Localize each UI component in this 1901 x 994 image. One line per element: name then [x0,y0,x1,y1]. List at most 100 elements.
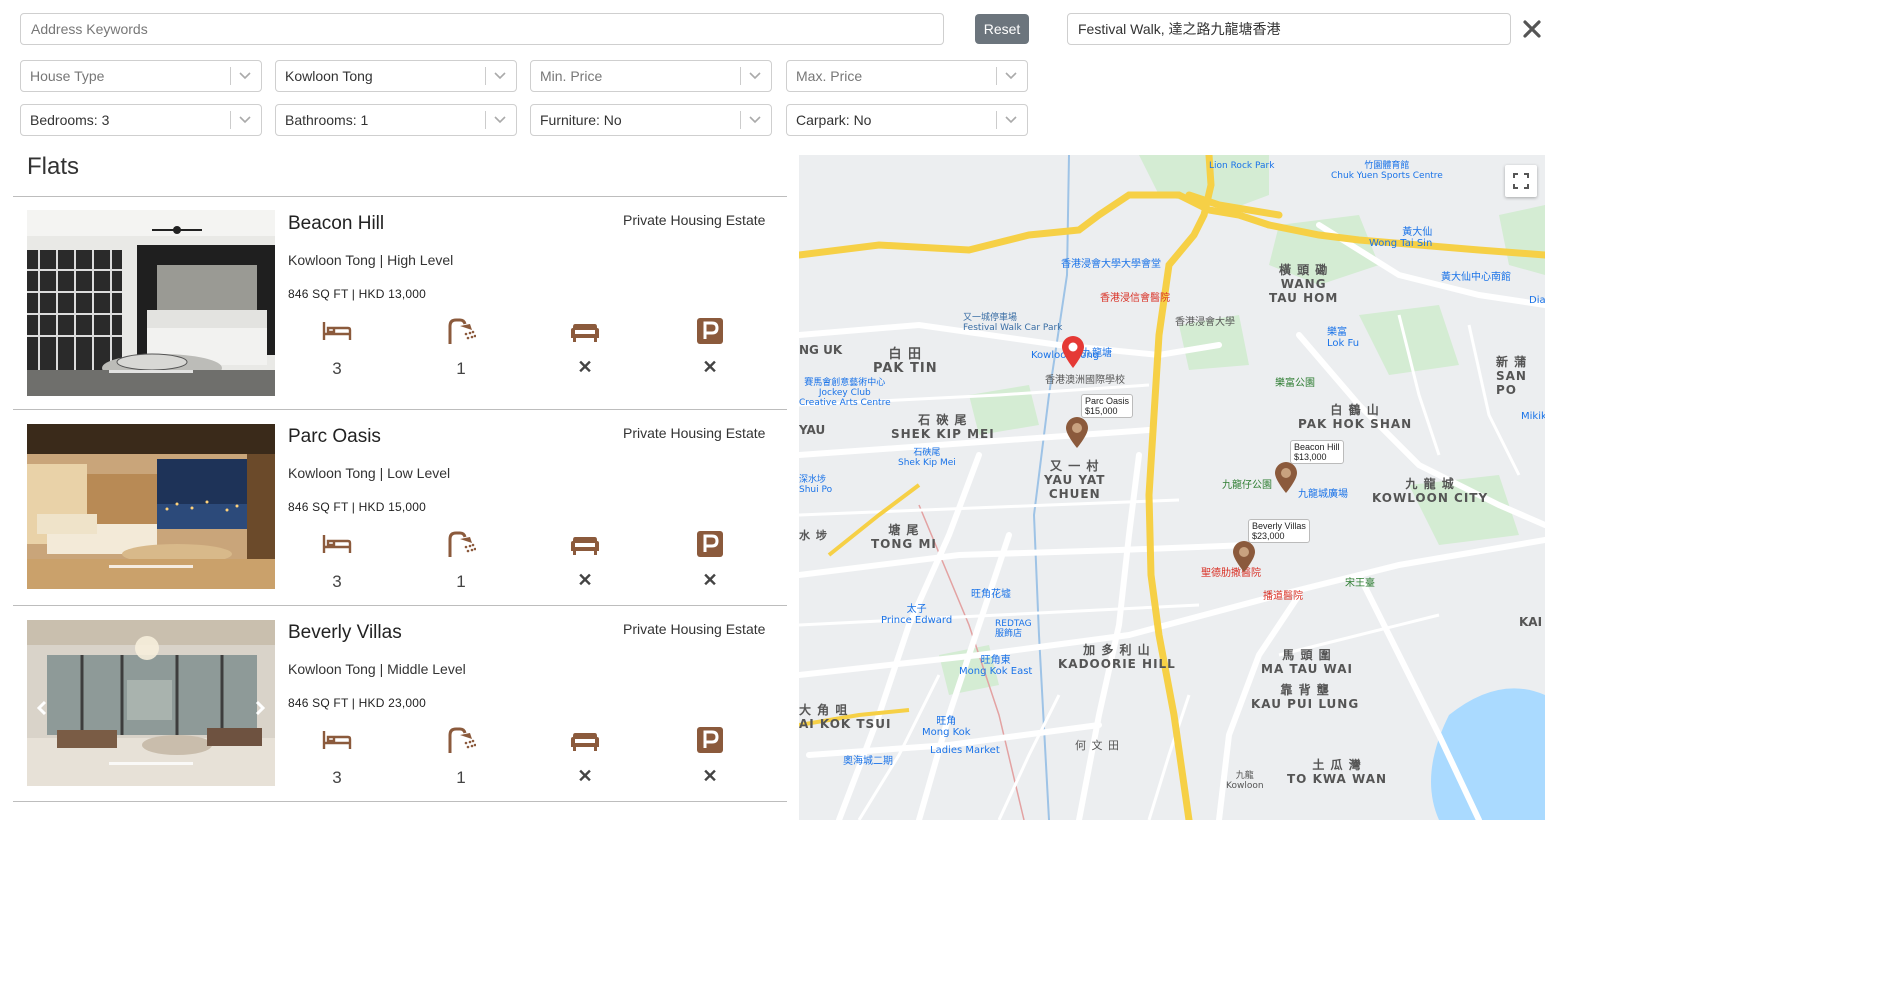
map-label-tong-mi: 塘 尾 TONG MI [871,523,937,551]
map-label-bo-shan: 播道醫院 [1263,591,1303,602]
map-marker-beverly-villas-icon[interactable] [1232,541,1256,573]
fullscreen-button[interactable] [1505,165,1537,197]
map-label-lok-fu-park: 樂富公園 [1275,378,1315,389]
flat-location: Kowloon Tong | High Level [288,252,454,268]
map-label-mikiki: Mikiki [1521,411,1545,422]
bathrooms-count: 1 [456,768,466,787]
current-location-pin-icon[interactable] [1060,335,1086,369]
map-marker-beacon-hill-icon[interactable] [1274,462,1298,494]
chevron-down-icon [749,72,761,80]
map-label-festival-walk: 又一城停車場 Festival Walk Car Park [963,313,1063,333]
bedrooms-count: 3 [332,359,342,378]
chevron-down-icon [494,72,506,80]
chevron-down-icon [1005,116,1017,124]
flat-size-price: 846 SQ FT | HKD 23,000 [288,696,427,710]
location-search-input[interactable] [1067,13,1511,45]
bedrooms-feature: 3 [317,727,357,788]
filter-bar: Reset House Type Kowloon Tong Min. Price… [0,0,1901,150]
max-price-select[interactable]: Max. Price [786,60,1028,92]
flat-name[interactable]: Beacon Hill [288,213,384,235]
map-marker-label-beacon-hill: Beacon Hill $13,000 [1290,440,1344,464]
map-label-wong-tai-sin: 黃大仙 Wong Tai Sin [1369,227,1433,249]
select-separator [230,67,231,85]
bed-icon [322,322,352,340]
map-label-mong-kok: 旺角 Mong Kok [922,716,971,738]
map-label-kowloon-city: 九 龍 城 KOWLOON CITY [1372,477,1489,505]
flat-type: Private Housing Estate [623,212,766,228]
flat-location: Kowloon Tong | Low Level [288,465,451,481]
map-label-to-kwa-wan: 土 瓜 灣 TO KWA WAN [1287,758,1388,786]
bathrooms-feature: 1 [441,531,481,592]
chevron-down-icon [749,116,761,124]
map-label-mong-kok-east: 旺角東 Mong Kok East [959,655,1033,677]
map-marker-parc-oasis-icon[interactable] [1065,417,1089,449]
shower-icon [448,531,477,557]
flats-section-title: Flats [27,153,80,180]
flat-photo[interactable] [27,424,275,589]
map-label-dia: Dia [1529,295,1545,306]
carpark-value: Carpark: No [796,112,872,128]
chevron-down-icon [494,116,506,124]
map-label-chuk-yuen: 竹園體育館 Chuk Yuen Sports Centre [1331,161,1443,181]
district-value: Kowloon Tong [285,68,373,84]
parking-icon [697,727,723,753]
bedrooms-select[interactable]: Bedrooms: 3 [20,104,262,136]
map-label-hkbu-hospital: 香港浸信會醫院 [1100,293,1170,304]
map-label-kowloon: 九龍 Kowloon [1226,771,1264,791]
close-icon[interactable] [1520,15,1544,43]
bedrooms-value: Bedrooms: 3 [30,112,110,128]
flat-card-beacon-hill[interactable]: Beacon Hill Private Housing Estate Kowlo… [13,197,787,409]
carpark-status: ✕ [702,766,718,786]
district-select[interactable]: Kowloon Tong [275,60,517,92]
flat-card-beverly-villas[interactable]: Beverly Villas Private Housing Estate Ko… [13,606,787,801]
sofa-icon [571,324,599,342]
furniture-feature: ✕ [565,318,605,378]
carpark-status: ✕ [702,570,718,590]
shower-icon [448,727,477,753]
min-price-select[interactable]: Min. Price [530,60,772,92]
select-separator [996,111,997,129]
map-label-yau: YAU [799,423,826,437]
flat-name[interactable]: Beverly Villas [288,622,402,644]
map-label-kadoorie-hill: 加 多 利 山 KADOORIE HILL [1058,643,1176,671]
flat-name[interactable]: Parc Oasis [288,426,381,448]
map-label-tai-kok-tsui: 大 角 咀 AI KOK TSUI [799,703,892,731]
flat-card-parc-oasis[interactable]: Parc Oasis Private Housing Estate Kowloo… [13,410,787,605]
carpark-status: ✕ [702,357,718,377]
sofa-icon [571,733,599,751]
bathrooms-count: 1 [456,359,466,378]
carpark-select[interactable]: Carpark: No [786,104,1028,136]
carpark-feature: ✕ [690,727,730,787]
furniture-status: ✕ [577,570,593,590]
bedrooms-count: 3 [332,768,342,787]
flat-size-price: 846 SQ FT | HKD 15,000 [288,500,427,514]
flat-photo[interactable] [27,620,275,786]
map-label-san-po: 新 蒲 SAN PO [1496,355,1528,397]
bedrooms-count: 3 [332,572,342,591]
select-separator [740,67,741,85]
map[interactable]: 白 田 PAK TIN 石 硤 尾 SHEK KIP MEI 又 一 村 YAU YA… [799,155,1545,820]
bathrooms-feature: 1 [441,318,481,379]
address-keywords-input[interactable] [20,13,944,45]
parking-icon [697,318,723,344]
select-separator [485,67,486,85]
map-label-prince-edward: 太子 Prince Edward [881,604,953,626]
house-type-select[interactable]: House Type [20,60,262,92]
map-label-jockey-club: 賽馬會創意藝術中心 Jockey Club Creative Arts Cent… [799,378,891,408]
map-label-lion-rock: Lion Rock Park [1209,161,1275,171]
divider [13,801,787,802]
furniture-select[interactable]: Furniture: No [530,104,772,136]
bathrooms-select[interactable]: Bathrooms: 1 [275,104,517,136]
carpark-feature: ✕ [690,531,730,591]
map-label-kln-city-plaza: 九龍城廣場 [1298,489,1348,500]
map-label-shui-pu: 水 埗 [799,529,828,542]
reset-button[interactable]: Reset [975,14,1029,44]
map-label-ladies-market: Ladies Market [930,745,1000,756]
flat-photo[interactable] [27,210,275,396]
map-label-shek-kip-mei: 石 硤 尾 SHEK KIP MEI [891,413,995,441]
flat-location: Kowloon Tong | Middle Level [288,661,466,677]
furniture-status: ✕ [577,357,593,377]
map-label-sung-wong: 宋王臺 [1345,578,1375,589]
map-label-redtag: REDTAG 服飾店 [995,619,1032,639]
bedrooms-feature: 3 [317,318,357,379]
